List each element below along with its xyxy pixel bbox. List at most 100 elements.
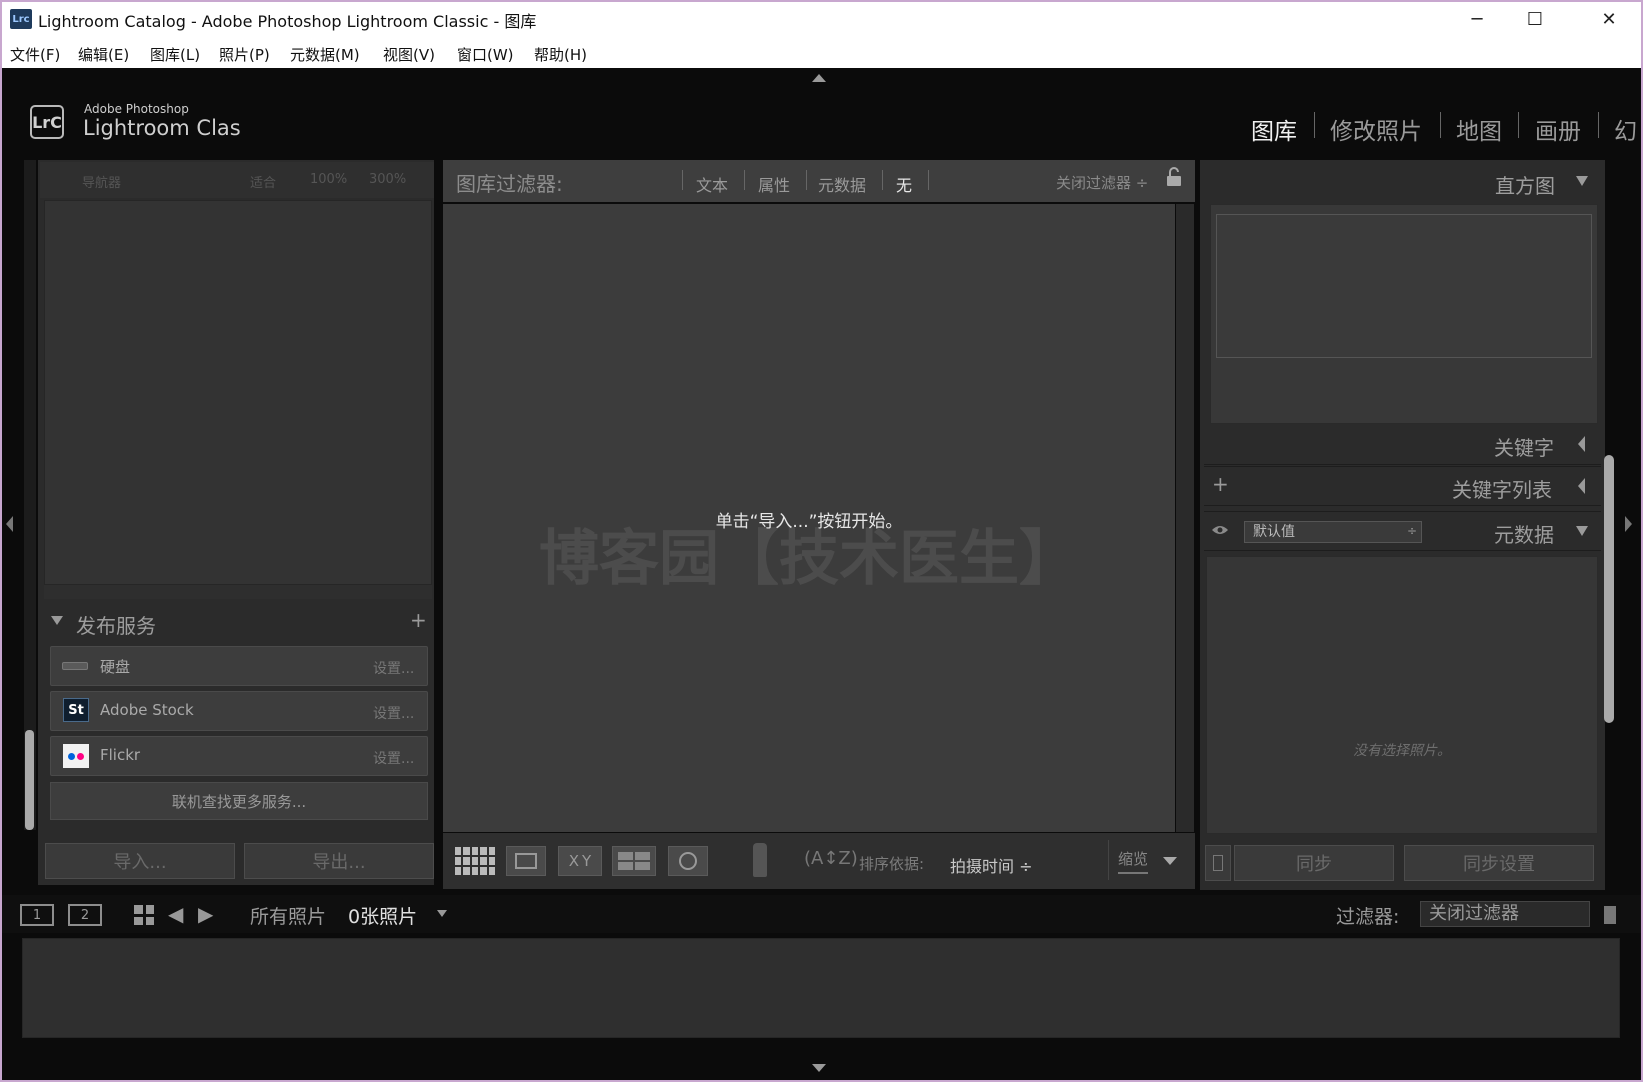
export-button[interactable]: 导出... — [244, 843, 434, 879]
menu-window[interactable]: 窗口(W) — [457, 44, 514, 65]
menu-metadata[interactable]: 元数据(M) — [290, 44, 360, 65]
minimize-button[interactable]: ─ — [1448, 2, 1506, 36]
thumbnail-size-label: 缩览 — [1118, 850, 1149, 868]
service-settings-link[interactable]: 设置... — [373, 748, 414, 768]
close-button[interactable]: ✕ — [1580, 2, 1638, 36]
app-icon: Lrc — [10, 9, 32, 29]
collapse-triangle-icon[interactable] — [51, 616, 63, 625]
filmstrip-source[interactable]: 所有照片 — [250, 902, 326, 929]
module-separator — [1518, 112, 1519, 138]
filter-lock-icon[interactable] — [1604, 906, 1616, 924]
left-panel-toggle-icon[interactable] — [6, 516, 13, 532]
module-separator — [1314, 112, 1315, 138]
photo-count[interactable]: 0张照片 — [348, 902, 417, 929]
survey-view-icon[interactable] — [612, 846, 656, 876]
compare-view-icon[interactable]: XY — [558, 846, 602, 876]
module-map[interactable]: 地图 — [1456, 112, 1502, 146]
grid-scrollbar[interactable] — [1176, 204, 1194, 832]
filter-separator — [806, 170, 807, 190]
zoom-300[interactable]: 300% — [369, 172, 406, 187]
library-filter-title: 图库过滤器: — [456, 172, 563, 196]
filter-none[interactable]: 无 — [896, 172, 912, 196]
menu-library[interactable]: 图库(L) — [150, 44, 200, 65]
module-book[interactable]: 画册 — [1535, 112, 1581, 146]
auto-sync-toggle[interactable] — [1205, 845, 1231, 881]
flickr-blue-dot — [68, 752, 75, 760]
keyword-list-title[interactable]: 关键字列表 — [1452, 474, 1552, 503]
thumbnail-size-slider[interactable] — [1118, 872, 1148, 874]
hard-drive-icon — [62, 662, 88, 670]
keywording-title[interactable]: 关键字 — [1494, 432, 1554, 461]
primary-window-button[interactable]: 1 — [20, 904, 54, 926]
import-button[interactable]: 导入... — [45, 843, 235, 879]
navigator-preview — [44, 200, 432, 585]
forward-arrow-icon[interactable]: ▶ — [198, 902, 213, 926]
service-settings-link[interactable]: 设置... — [373, 658, 414, 678]
sort-select[interactable]: 拍摄时间 ÷ — [950, 853, 1033, 877]
expand-triangle-icon[interactable] — [1576, 526, 1588, 536]
histogram-graph — [1216, 214, 1592, 358]
expand-triangle-icon[interactable] — [1576, 176, 1588, 186]
right-panel-scroll-thumb[interactable] — [1604, 455, 1614, 723]
module-separator — [1598, 112, 1599, 138]
add-publish-service-button[interactable]: + — [410, 608, 427, 632]
sort-direction-icon[interactable]: (A↕Z) — [804, 848, 858, 869]
grid-view-icon[interactable] — [455, 847, 495, 875]
toolbar-options-icon[interactable] — [1163, 857, 1177, 865]
eye-icon[interactable] — [1211, 524, 1229, 536]
sync-settings-button[interactable]: 同步设置 — [1404, 845, 1594, 881]
histogram-title[interactable]: 直方图 — [1495, 170, 1555, 199]
metadata-title[interactable]: 元数据 — [1494, 519, 1554, 548]
left-panel-scroll-thumb[interactable] — [25, 730, 34, 830]
filter-text[interactable]: 文本 — [696, 172, 728, 196]
add-keyword-button[interactable]: + — [1212, 472, 1229, 496]
painter-spray-icon[interactable] — [753, 843, 767, 877]
filmstrip-filter-select[interactable]: 关闭过滤器 — [1420, 901, 1590, 927]
service-label: Flickr — [100, 746, 141, 764]
bottom-panel-toggle-icon[interactable] — [812, 1064, 826, 1072]
navigator-title: 导航器 — [82, 176, 122, 191]
menu-view[interactable]: 视图(V) — [383, 44, 435, 65]
people-view-icon[interactable] — [668, 846, 708, 876]
service-label: Adobe Stock — [100, 701, 194, 719]
menu-file[interactable]: 文件(F) — [10, 44, 60, 65]
grid-icon[interactable] — [134, 905, 154, 925]
zoom-fit[interactable]: 适合 — [250, 172, 276, 191]
filter-attribute[interactable]: 属性 — [758, 172, 790, 196]
lrc-logo: LrC — [30, 105, 64, 139]
right-panel-toggle-icon[interactable] — [1625, 516, 1632, 532]
sync-button[interactable]: 同步 — [1234, 845, 1394, 881]
menu-help[interactable]: 帮助(H) — [534, 44, 587, 65]
metadata-preset-select[interactable]: 默认值 — [1244, 521, 1422, 543]
source-dropdown-icon[interactable] — [437, 910, 447, 917]
filmstrip[interactable] — [22, 938, 1620, 1038]
zoom-100[interactable]: 100% — [310, 172, 347, 187]
empty-catalog-message: 单击“导入...”按钮开始。 — [715, 512, 903, 532]
filter-preset-select[interactable]: 关闭过滤器 ÷ — [1056, 172, 1148, 193]
lock-icon[interactable] — [1166, 167, 1182, 187]
service-settings-link[interactable]: 设置... — [373, 703, 414, 723]
secondary-window-button[interactable]: 2 — [68, 904, 102, 926]
publish-services-title: 发布服务 — [76, 614, 156, 638]
flickr-icon — [63, 744, 89, 768]
module-library[interactable]: 图库 — [1251, 112, 1297, 146]
collapsed-triangle-icon[interactable] — [1578, 436, 1585, 452]
module-separator — [1440, 112, 1441, 138]
find-more-services-button[interactable]: 联机查找更多服务... — [50, 782, 428, 820]
filter-separator — [744, 170, 745, 190]
menu-photo[interactable]: 照片(P) — [219, 44, 270, 65]
window-title: Lightroom Catalog - Adobe Photoshop Ligh… — [38, 12, 537, 31]
back-arrow-icon[interactable]: ◀ — [168, 902, 183, 926]
menu-edit[interactable]: 编辑(E) — [78, 44, 129, 65]
brand-adobe: Adobe Photoshop — [84, 102, 189, 116]
collections-row-partial — [44, 585, 432, 599]
filter-metadata[interactable]: 元数据 — [818, 172, 866, 196]
filter-separator — [928, 170, 929, 190]
collapsed-triangle-icon[interactable] — [1578, 478, 1585, 494]
top-panel-toggle-icon[interactable] — [812, 74, 826, 82]
module-slideshow[interactable]: 幻 — [1614, 112, 1640, 146]
loupe-view-icon[interactable] — [506, 846, 546, 876]
maximize-button[interactable]: ☐ — [1506, 2, 1564, 36]
module-develop[interactable]: 修改照片 — [1330, 112, 1422, 146]
no-photo-selected-message: 没有选择照片。 — [1353, 743, 1451, 759]
